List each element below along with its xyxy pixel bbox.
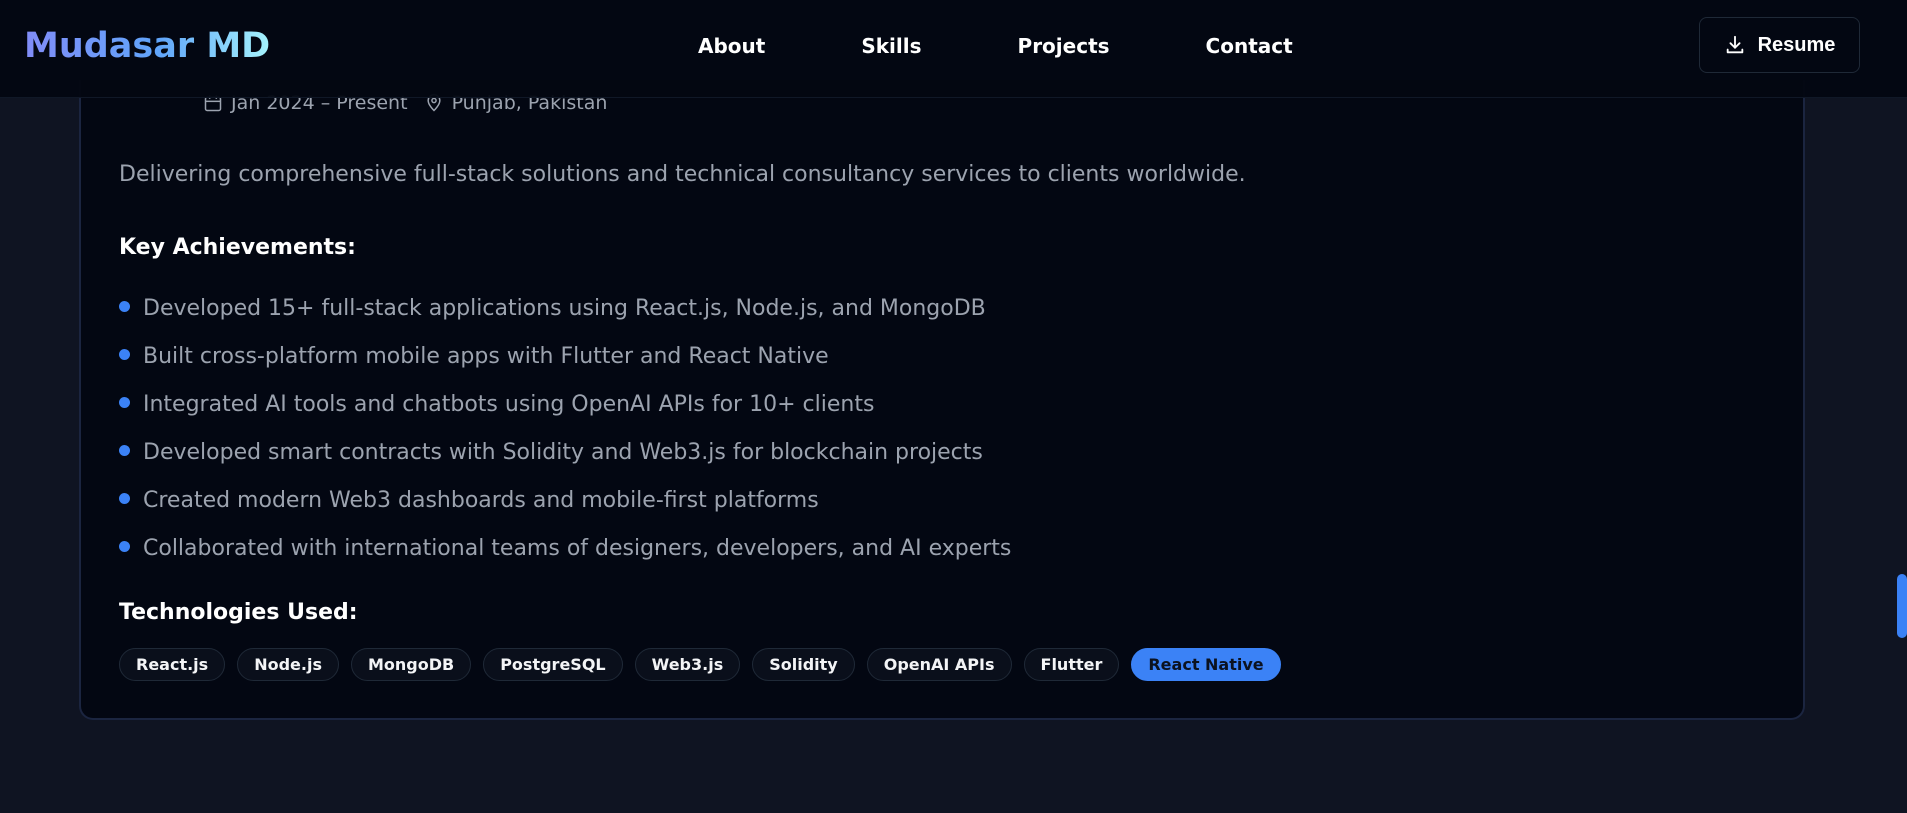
- site-header: Mudasar MD About Skills Projects Contact…: [0, 0, 1907, 98]
- tech-tag-flutter[interactable]: Flutter: [1023, 648, 1120, 681]
- achievements-heading: Key Achievements:: [119, 235, 356, 260]
- tech-tag-reactjs[interactable]: React.js: [119, 648, 226, 681]
- achievement-text: Integrated AI tools and chatbots using O…: [143, 391, 875, 417]
- achievement-text: Developed 15+ full-stack applications us…: [143, 295, 986, 321]
- bullet-dot: [119, 396, 130, 408]
- achievement-item: Built cross-platform mobile apps with Fl…: [119, 332, 1011, 380]
- technologies-heading: Technologies Used:: [119, 600, 358, 625]
- main-nav: About Skills Projects Contact: [698, 34, 1293, 58]
- bullet-dot: [119, 540, 130, 552]
- bullet-dot: [119, 300, 130, 312]
- tech-tag-openai-apis[interactable]: OpenAI APIs: [866, 648, 1012, 681]
- nav-about[interactable]: About: [698, 34, 765, 58]
- tech-tag-web3js[interactable]: Web3.js: [634, 648, 741, 681]
- achievement-item: Integrated AI tools and chatbots using O…: [119, 380, 1011, 428]
- achievement-text: Developed smart contracts with Solidity …: [143, 439, 983, 465]
- page: Jan 2024 – Present Punjab, Pakistan Deli…: [0, 0, 1907, 813]
- bullet-dot: [119, 348, 130, 360]
- scrollbar-thumb[interactable]: [1897, 574, 1907, 638]
- nav-contact[interactable]: Contact: [1206, 34, 1293, 58]
- achievement-text: Collaborated with international teams of…: [143, 535, 1012, 561]
- achievement-item: Developed 15+ full-stack applications us…: [119, 284, 1011, 332]
- achievement-text: Built cross-platform mobile apps with Fl…: [143, 343, 829, 369]
- technology-tags: React.js Node.js MongoDB PostgreSQL Web3…: [119, 648, 1293, 681]
- nav-projects[interactable]: Projects: [1018, 34, 1110, 58]
- experience-card: Jan 2024 – Present Punjab, Pakistan Deli…: [79, 80, 1805, 720]
- tech-tag-mongodb[interactable]: MongoDB: [350, 648, 472, 681]
- tech-tag-react-native[interactable]: React Native: [1131, 648, 1281, 681]
- achievement-item: Collaborated with international teams of…: [119, 524, 1011, 572]
- tech-tag-postgresql[interactable]: PostgreSQL: [483, 648, 623, 681]
- tech-tag-nodejs[interactable]: Node.js: [237, 648, 339, 681]
- achievement-text: Created modern Web3 dashboards and mobil…: [143, 487, 819, 513]
- achievements-list: Developed 15+ full-stack applications us…: [119, 284, 1011, 572]
- resume-label: Resume: [1757, 33, 1836, 56]
- bullet-dot: [119, 444, 130, 456]
- job-description: Delivering comprehensive full-stack solu…: [119, 162, 1246, 187]
- nav-skills[interactable]: Skills: [861, 34, 921, 58]
- resume-button[interactable]: Resume: [1699, 17, 1860, 73]
- achievement-item: Developed smart contracts with Solidity …: [119, 428, 1011, 476]
- bullet-dot: [119, 492, 130, 504]
- achievement-item: Created modern Web3 dashboards and mobil…: [119, 476, 1011, 524]
- download-icon: [1726, 35, 1743, 54]
- tech-tag-solidity[interactable]: Solidity: [752, 648, 855, 681]
- site-logo[interactable]: Mudasar MD: [24, 26, 270, 66]
